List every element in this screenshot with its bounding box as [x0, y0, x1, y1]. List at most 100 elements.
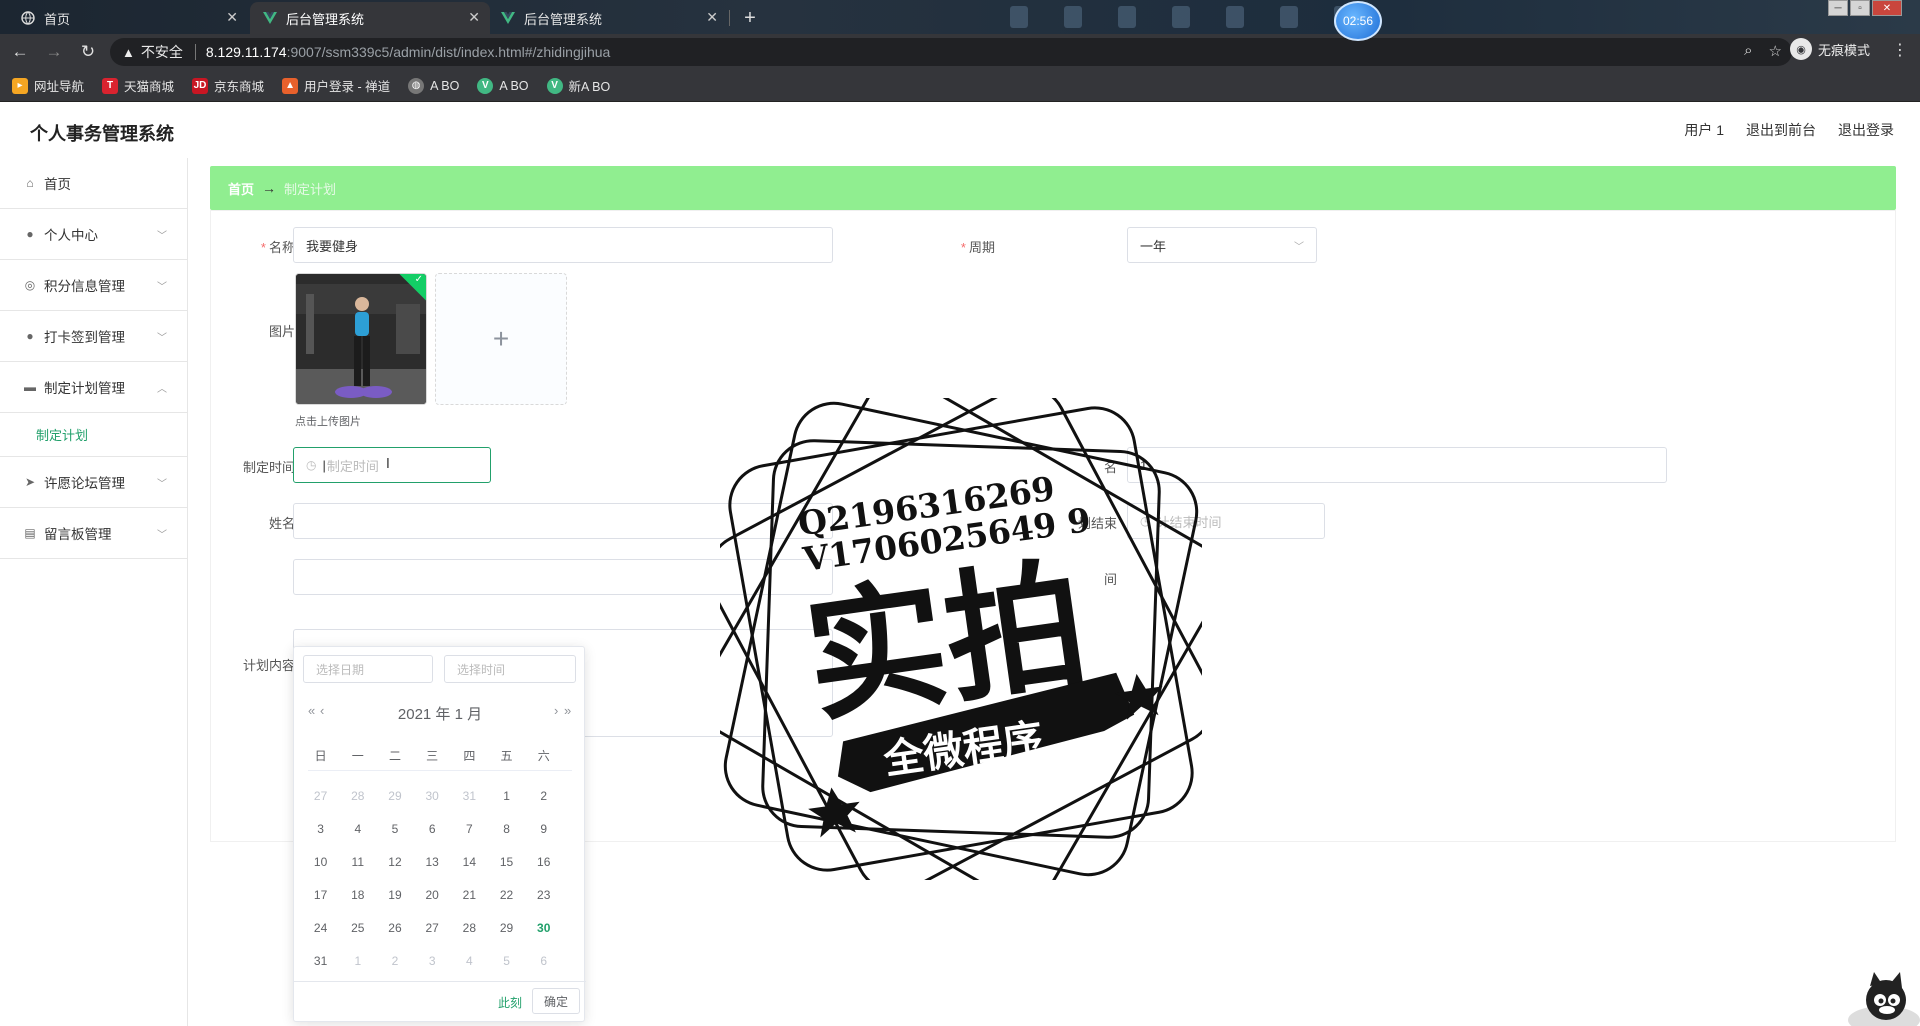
picker-month-header[interactable]: 2021 年 1 月 — [294, 703, 586, 724]
forward-arrow-icon[interactable]: → — [40, 38, 68, 66]
url-input[interactable]: ▲ 不安全 8.129.11.174:9007/ssm339c5/admin/d… — [110, 38, 1792, 66]
sidebar-item-plan[interactable]: ▬ 制定计划管理 ︿ — [0, 362, 187, 413]
warning-icon[interactable]: ▲ — [122, 45, 135, 60]
sidebar-item-forum[interactable]: ➤ 许愿论坛管理 ﹀ — [0, 457, 187, 508]
calendar-day[interactable]: 27 — [302, 789, 339, 803]
more-menu-icon[interactable]: ⋮ — [1892, 40, 1908, 60]
name-input[interactable]: 我要健身 — [293, 227, 833, 263]
confirm-button[interactable]: 确定 — [532, 988, 580, 1014]
insecure-label[interactable]: 不安全 — [141, 42, 183, 62]
calendar-day[interactable]: 9 — [525, 822, 562, 836]
floating-clock-widget[interactable]: 02:56 — [1334, 1, 1382, 41]
sidebar-item-checkin[interactable]: ● 打卡签到管理 ﹀ — [0, 311, 187, 362]
calendar-day[interactable]: 1 — [488, 789, 525, 803]
period-select[interactable]: 一年 ﹀ — [1127, 227, 1317, 263]
calendar-day[interactable]: 12 — [376, 855, 413, 869]
calendar-day[interactable]: 5 — [376, 822, 413, 836]
calendar-day[interactable]: 10 — [302, 855, 339, 869]
tab-home[interactable]: 首页 ✕ — [8, 2, 248, 34]
new-tab-button[interactable]: + — [736, 4, 764, 32]
calendar-day[interactable]: 16 — [525, 855, 562, 869]
logout-link[interactable]: 退出登录 — [1838, 120, 1894, 140]
calendar-day[interactable]: 29 — [376, 789, 413, 803]
close-icon[interactable]: ✕ — [226, 9, 238, 26]
calendar-day[interactable]: 23 — [525, 888, 562, 902]
calendar-day[interactable]: 18 — [339, 888, 376, 902]
close-icon[interactable]: ✕ — [706, 9, 718, 26]
breadcrumb-home[interactable]: 首页 — [228, 179, 254, 198]
calendar-day[interactable]: 19 — [376, 888, 413, 902]
end-time-input[interactable]: ◷ 计结束时间 — [1127, 503, 1325, 539]
tab-admin[interactable]: 后台管理系统 ✕ — [488, 2, 728, 34]
close-icon[interactable]: ✕ — [468, 9, 480, 26]
calendar-day[interactable]: 31 — [302, 954, 339, 968]
calendar-day[interactable]: 29 — [488, 921, 525, 935]
divider — [194, 44, 196, 60]
calendar-day[interactable]: 11 — [339, 855, 376, 869]
calendar-day[interactable]: 13 — [414, 855, 451, 869]
bookmark-item[interactable]: ▸ 网址导航 — [12, 76, 84, 95]
back-to-front-link[interactable]: 退出到前台 — [1746, 120, 1816, 140]
maximize-icon[interactable]: ▫ — [1850, 0, 1870, 16]
calendar-day[interactable]: 25 — [339, 921, 376, 935]
sidebar-item-points[interactable]: ◎ 积分信息管理 ﹀ — [0, 260, 187, 311]
calendar-day[interactable]: 27 — [414, 921, 451, 935]
picker-time-input[interactable]: 选择时间 — [444, 655, 576, 683]
reload-icon[interactable]: ↻ — [74, 38, 102, 66]
calendar-day[interactable]: 21 — [451, 888, 488, 902]
calendar-day[interactable]: 6 — [414, 822, 451, 836]
back-arrow-icon[interactable]: ← — [6, 38, 34, 66]
bookmark-item[interactable]: T 天猫商城 — [102, 76, 174, 95]
vue-icon — [500, 10, 516, 26]
calendar-day[interactable]: 5 — [488, 954, 525, 968]
calendar-day[interactable]: 20 — [414, 888, 451, 902]
row5-input[interactable] — [293, 559, 833, 595]
tab-admin-active[interactable]: 后台管理系统 ✕ — [250, 2, 490, 34]
now-button[interactable]: 此刻 — [498, 994, 522, 1011]
right-field-input[interactable]: 1 — [1127, 447, 1667, 483]
calendar-day[interactable]: 17 — [302, 888, 339, 902]
current-user-link[interactable]: 用户 1 — [1684, 120, 1724, 140]
calendar-day[interactable]: 31 — [451, 789, 488, 803]
window-close-icon[interactable]: ✕ — [1872, 0, 1902, 16]
bookmark-item[interactable]: VA BO — [477, 77, 529, 94]
bookmark-item[interactable]: ▲ 用户登录 - 禅道 — [282, 76, 390, 95]
calendar-day[interactable]: 30 — [414, 789, 451, 803]
calendar-day[interactable]: 28 — [451, 921, 488, 935]
sidebar-item-messages[interactable]: ▤ 留言板管理 ﹀ — [0, 508, 187, 559]
next-month-icon[interactable]: › — [554, 703, 558, 718]
calendar-day[interactable]: 2 — [525, 789, 562, 803]
sidebar-subitem-plan[interactable]: 制定计划 — [0, 413, 187, 457]
next-year-icon[interactable]: » — [564, 703, 571, 718]
add-image-button[interactable]: + — [435, 273, 567, 405]
star-icon[interactable]: ☆ — [1769, 42, 1782, 60]
bookmark-item[interactable]: ◍ A BO — [408, 77, 459, 94]
calendar-day[interactable]: 28 — [339, 789, 376, 803]
uploaded-image-thumbnail[interactable]: ✓ — [295, 273, 427, 405]
calendar-day[interactable]: 1 — [339, 954, 376, 968]
sidebar-item-home[interactable]: ⌂ 首页 — [0, 158, 187, 209]
calendar-day[interactable]: 8 — [488, 822, 525, 836]
calendar-day[interactable]: 6 — [525, 954, 562, 968]
calendar-day[interactable]: 22 — [488, 888, 525, 902]
calendar-day[interactable]: 2 — [376, 954, 413, 968]
minimize-icon[interactable]: ─ — [1828, 0, 1848, 16]
sidebar-item-profile[interactable]: ● 个人中心 ﹀ — [0, 209, 187, 260]
calendar-day[interactable]: 24 — [302, 921, 339, 935]
calendar-day[interactable]: 3 — [414, 954, 451, 968]
incognito-indicator[interactable]: ◉ 无痕模式 — [1790, 38, 1870, 60]
picker-date-input[interactable]: 选择日期 — [303, 655, 433, 683]
calendar-day[interactable]: 7 — [451, 822, 488, 836]
calendar-day[interactable]: 4 — [339, 822, 376, 836]
name2-input[interactable] — [293, 503, 833, 539]
bookmark-item[interactable]: V 新A BO — [546, 76, 610, 95]
calendar-day[interactable]: 15 — [488, 855, 525, 869]
zoom-icon[interactable]: ⌕ — [1744, 42, 1752, 60]
bookmark-item[interactable]: JD 京东商城 — [192, 76, 264, 95]
calendar-day[interactable]: 3 — [302, 822, 339, 836]
calendar-day[interactable]: 26 — [376, 921, 413, 935]
calendar-day[interactable]: 30 — [525, 921, 562, 935]
calendar-day[interactable]: 4 — [451, 954, 488, 968]
time-input[interactable]: ◷ | 制定时间 Ⅰ — [293, 447, 491, 483]
calendar-day[interactable]: 14 — [451, 855, 488, 869]
